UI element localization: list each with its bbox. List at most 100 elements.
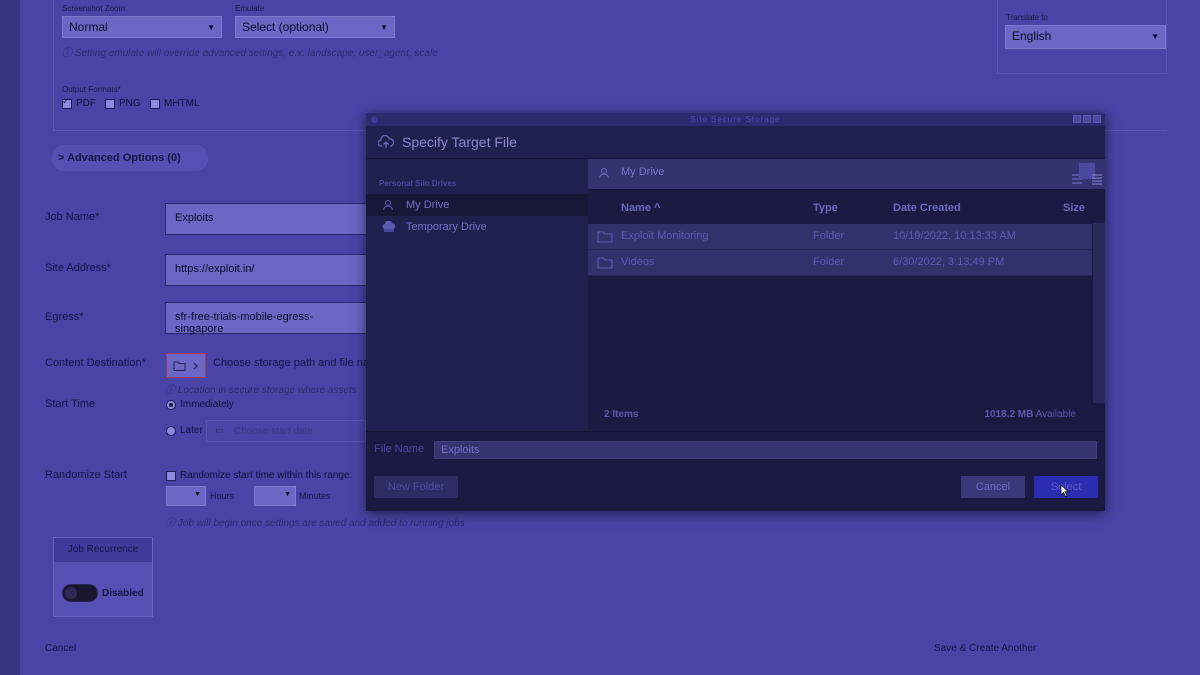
content-destination-label: Content Destination* xyxy=(45,357,146,369)
egress-input[interactable]: sfr-free-trials-mobile-egress-singapore xyxy=(165,302,370,335)
recurrence-state-label: Disabled xyxy=(102,588,144,599)
drive-my-drive[interactable]: My Drive xyxy=(366,194,588,216)
view-toggle xyxy=(1059,163,1102,185)
file-type: Folder xyxy=(813,230,845,242)
list-view-icon[interactable] xyxy=(1059,163,1082,184)
recurrence-toggle[interactable] xyxy=(62,584,98,602)
new-folder-button[interactable]: New Folder xyxy=(374,476,458,498)
column-date-created[interactable]: Date Created xyxy=(893,202,961,214)
available-word: Available xyxy=(1035,409,1076,420)
radio-selected-icon[interactable] xyxy=(166,399,176,410)
file-browser: My Drive Name ^ Type Date Created Size E… xyxy=(588,159,1105,431)
start-date-placeholder: Choose start date xyxy=(234,426,313,437)
chevron-down-icon: ▼ xyxy=(1151,32,1159,41)
folder-icon xyxy=(173,361,198,371)
folder-icon xyxy=(597,231,613,243)
checkbox-checked-icon[interactable] xyxy=(62,96,72,109)
screenshot-zoom-select[interactable]: Normal ▼ xyxy=(62,16,222,38)
maximize-icon[interactable] xyxy=(1083,115,1091,123)
start-immediately-radio[interactable]: Immediately xyxy=(166,399,234,410)
translate-select[interactable]: English ▼ xyxy=(1005,25,1166,49)
minimize-icon[interactable] xyxy=(1073,115,1081,123)
table-row[interactable]: Exploit Monitoring Folder 10/19/2022, 10… xyxy=(588,224,1092,250)
radio-icon[interactable] xyxy=(166,425,176,436)
dialog-title: Specify Target File xyxy=(402,134,517,150)
left-rail xyxy=(0,0,20,675)
content-destination-text: Choose storage path and file nar xyxy=(213,357,373,369)
output-formats-label: Output Formats* xyxy=(62,85,121,94)
start-date-input[interactable]: ▭ Choose start date xyxy=(206,420,366,442)
randomize-help: ⓘ Job will begin once settings are saved… xyxy=(165,518,465,529)
start-time-label: Start Time xyxy=(45,398,96,410)
drives-sidebar: Personal Silo Drives My Drive Temporary … xyxy=(366,159,589,431)
format-pdf[interactable]: PDF xyxy=(62,96,96,109)
advanced-options-toggle[interactable]: > Advanced Options (0) xyxy=(52,145,208,171)
secure-storage-dialog: Silo Secure Storage Specify Target File … xyxy=(366,113,1105,511)
content-destination-help: ⓘ Location in secure storage where asset… xyxy=(165,385,357,396)
user-icon xyxy=(598,167,610,179)
folder-icon xyxy=(597,257,613,269)
chevron-down-icon: ▼ xyxy=(194,491,201,498)
checkbox-icon[interactable] xyxy=(105,98,115,109)
job-name-input[interactable]: Exploits xyxy=(165,203,370,235)
site-address-label: Site Address* xyxy=(45,262,112,274)
table-row[interactable]: Videos Folder 6/30/2022, 3:13:49 PM xyxy=(588,250,1092,276)
chevron-down-icon: ▼ xyxy=(207,23,215,32)
format-png[interactable]: PNG xyxy=(105,98,141,109)
randomize-start-label: Randomize Start xyxy=(45,469,127,481)
format-mhtml-label: MHTML xyxy=(164,98,200,109)
save-create-another-button[interactable]: Save & Create Another xyxy=(934,643,1036,654)
hours-select[interactable]: ▼ xyxy=(166,486,206,506)
choose-storage-button[interactable] xyxy=(166,353,206,378)
file-name-row: File Name Exploits xyxy=(366,431,1105,468)
path-bar: My Drive xyxy=(588,159,1105,190)
column-name[interactable]: Name ^ xyxy=(621,202,660,214)
start-later-radio[interactable]: Later xyxy=(166,425,203,436)
job-recurrence-header: Job Recurrence xyxy=(54,538,152,562)
checkbox-icon[interactable] xyxy=(166,470,176,481)
dialog-cancel-button[interactable]: Cancel xyxy=(961,476,1025,498)
chevron-down-icon: ▼ xyxy=(284,491,291,498)
drive-my-drive-label: My Drive xyxy=(406,199,450,211)
scrollbar[interactable] xyxy=(1093,223,1105,403)
file-name-input[interactable]: Exploits xyxy=(434,441,1097,459)
form-cancel-button[interactable]: Cancel xyxy=(45,643,76,654)
cloud-upload-icon xyxy=(378,135,394,148)
file-date: 10/19/2022, 10:13:33 AM xyxy=(893,230,1016,242)
drive-temporary[interactable]: Temporary Drive xyxy=(366,216,588,238)
file-date: 6/30/2022, 3:13:49 PM xyxy=(893,256,1005,268)
chevron-down-icon: ▼ xyxy=(380,23,388,32)
mouse-cursor-icon xyxy=(1060,484,1070,498)
job-name-label: Job Name* xyxy=(45,211,100,223)
item-count: 2 Items xyxy=(604,409,638,420)
dialog-titlebar[interactable]: Silo Secure Storage xyxy=(366,113,1105,126)
egress-label: Egress* xyxy=(45,311,84,323)
start-later-label: Later xyxy=(180,425,203,436)
format-mhtml[interactable]: MHTML xyxy=(150,98,200,109)
randomize-checkbox[interactable]: Randomize start time within this range: xyxy=(166,470,352,481)
calendar-icon: ▭ xyxy=(215,425,224,435)
column-size[interactable]: Size xyxy=(1063,202,1085,214)
file-type: Folder xyxy=(813,256,845,268)
item-count-text: 2 Items xyxy=(604,409,639,420)
screenshot-zoom-value: Normal xyxy=(69,20,108,34)
job-recurrence-card: Job Recurrence Disabled xyxy=(53,537,153,617)
file-name: Videos xyxy=(621,256,655,268)
current-path: My Drive xyxy=(621,166,665,178)
file-table-header: Name ^ Type Date Created Size xyxy=(588,190,1105,225)
emulate-select[interactable]: Select (optional) ▼ xyxy=(235,16,395,38)
checkbox-icon[interactable] xyxy=(150,98,160,109)
close-icon[interactable] xyxy=(1093,115,1101,123)
file-browser-footer: 2 Items 1018.2 MB Available xyxy=(588,391,1092,431)
column-type[interactable]: Type xyxy=(813,202,838,214)
start-immediately-label: Immediately xyxy=(180,399,234,410)
minutes-select[interactable]: ▼ xyxy=(254,486,296,506)
drives-heading: Personal Silo Drives xyxy=(379,179,457,188)
site-address-input[interactable]: https://exploit.in/ xyxy=(165,254,370,286)
detail-view-icon[interactable] xyxy=(1079,163,1102,185)
detail-lines-icon xyxy=(1092,174,1102,185)
minutes-label: Minutes xyxy=(299,491,331,501)
hours-label: Hours xyxy=(210,491,235,501)
cloud-drive-icon xyxy=(382,221,396,232)
user-icon xyxy=(382,199,394,211)
